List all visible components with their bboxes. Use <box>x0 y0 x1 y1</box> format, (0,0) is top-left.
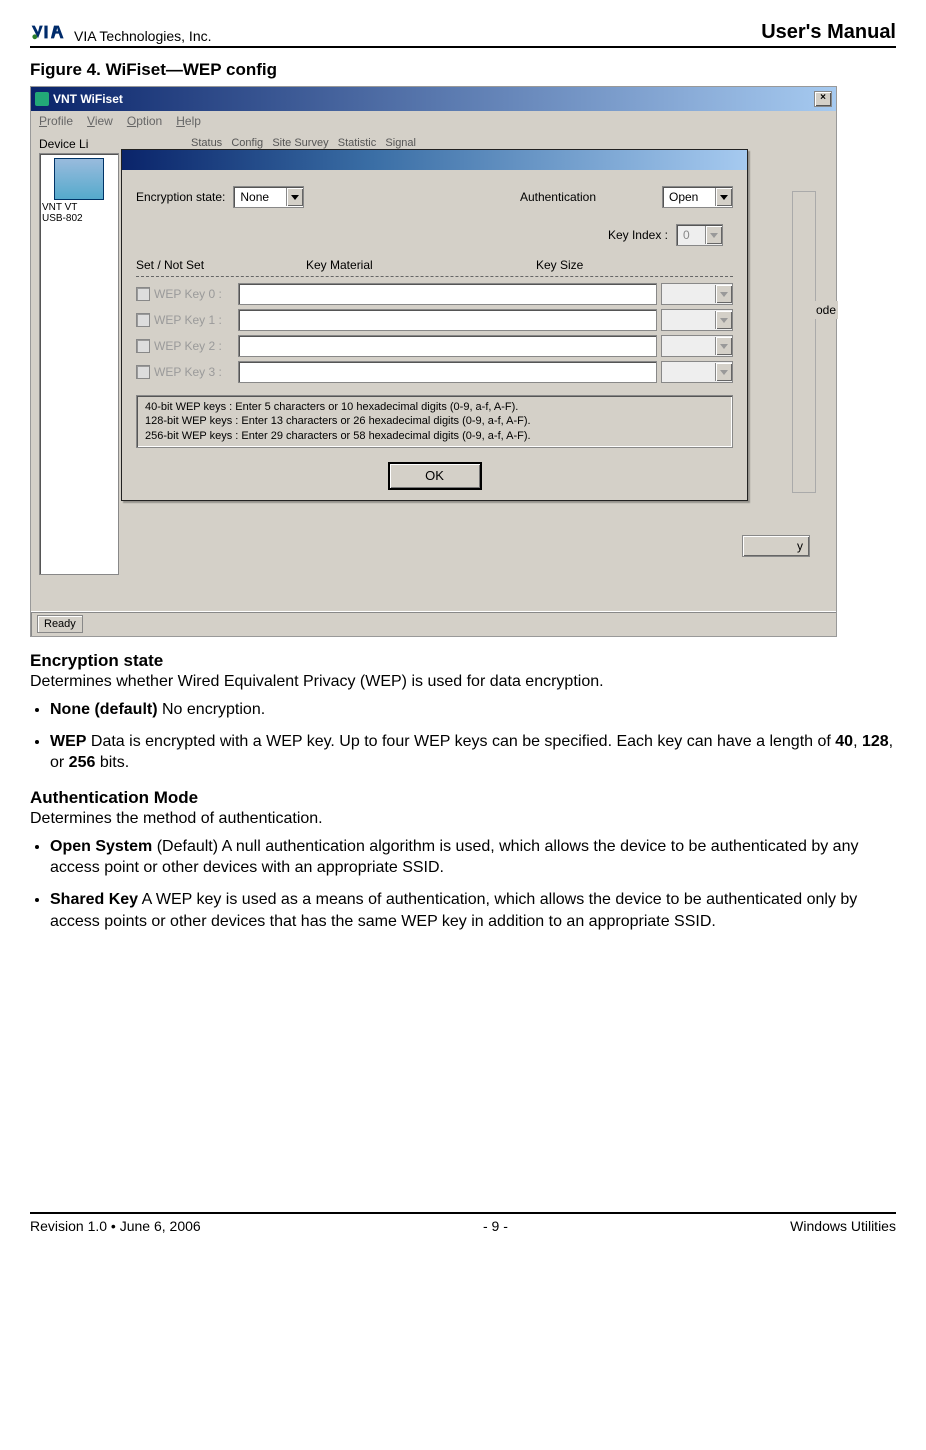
wep-key-2-size <box>661 335 733 357</box>
wep-key-3-checkbox <box>136 365 150 379</box>
close-icon[interactable]: × <box>814 91 832 107</box>
device-icon <box>54 158 104 200</box>
wep-key-3-label: WEP Key 3 : <box>154 365 234 379</box>
footer-right: Windows Utilities <box>790 1218 896 1234</box>
wep-key-row-1: WEP Key 1 : <box>136 309 733 331</box>
authentication-combo[interactable]: Open <box>662 186 733 208</box>
bullet-shared: Shared Key A WEP key is used as a means … <box>50 889 896 932</box>
chevron-down-icon <box>715 311 732 329</box>
key-index-value: 0 <box>677 228 705 242</box>
encryption-state-desc: Determines whether Wired Equivalent Priv… <box>30 673 896 691</box>
bullet-wep: WEP Data is encrypted with a WEP key. Up… <box>50 731 896 774</box>
authentication-value: Open <box>663 190 715 204</box>
hint-line-3: 256-bit WEP keys : Enter 29 characters o… <box>145 429 724 443</box>
wep-key-1-label: WEP Key 1 : <box>154 313 234 327</box>
encryption-state-combo[interactable]: None <box>233 186 304 208</box>
menu-view[interactable]: View <box>87 114 113 128</box>
device-list[interactable]: VNT VT USB-802 <box>39 153 119 575</box>
ok-button[interactable]: OK <box>388 462 482 490</box>
key-index-combo: 0 <box>676 224 723 246</box>
main-client-area: Device Li Status Config Site Survey Stat… <box>31 131 836 611</box>
device-line1: VNT VT <box>40 202 118 213</box>
chevron-down-icon <box>715 337 732 355</box>
status-text: Ready <box>37 615 83 633</box>
menu-profile[interactable]: PProfilerofile <box>39 114 73 128</box>
footer-center: - 9 - <box>483 1218 508 1234</box>
page-footer: Revision 1.0 • June 6, 2006 - 9 - Window… <box>30 1212 896 1234</box>
page-header: VIA Technologies, Inc. User's Manual <box>30 20 896 48</box>
hint-line-2: 128-bit WEP keys : Enter 13 characters o… <box>145 414 724 428</box>
encryption-bullets: None (default) No encryption. WEP Data i… <box>50 699 896 774</box>
figure-title: Figure 4. WiFiset—WEP config <box>30 60 896 80</box>
wep-key-1-size <box>661 309 733 331</box>
header-set: Set / Not Set <box>136 258 306 272</box>
via-logo-icon <box>30 20 70 44</box>
encryption-state-label: Encryption state: <box>136 190 225 204</box>
header-left: VIA Technologies, Inc. <box>30 20 212 44</box>
partial-button-y[interactable]: y <box>742 535 810 557</box>
menu-option[interactable]: Option <box>127 114 162 128</box>
wep-key-row-0: WEP Key 0 : <box>136 283 733 305</box>
wep-key-2-label: WEP Key 2 : <box>154 339 234 353</box>
wep-config-dialog: Encryption state: None Authentication Op… <box>121 149 748 501</box>
hint-line-1: 40-bit WEP keys : Enter 5 characters or … <box>145 400 724 414</box>
wep-key-3-input <box>238 361 657 383</box>
chevron-down-icon[interactable] <box>286 188 303 206</box>
encryption-state-heading: Encryption state <box>30 651 896 671</box>
company-name: VIA Technologies, Inc. <box>74 28 212 44</box>
header-size: Key Size <box>536 258 583 272</box>
partial-text-ode: ode <box>814 301 838 319</box>
authentication-mode-desc: Determines the method of authentication. <box>30 810 896 828</box>
wep-key-3-size <box>661 361 733 383</box>
encryption-state-value: None <box>234 190 286 204</box>
chevron-down-icon <box>705 226 722 244</box>
footer-left: Revision 1.0 • June 6, 2006 <box>30 1218 201 1234</box>
wep-key-2-checkbox <box>136 339 150 353</box>
device-list-label: Device Li <box>39 137 88 151</box>
header-material: Key Material <box>306 258 536 272</box>
wep-key-0-label: WEP Key 0 : <box>154 287 234 301</box>
menu-help[interactable]: Help <box>176 114 201 128</box>
wep-key-0-size <box>661 283 733 305</box>
app-icon <box>35 92 49 106</box>
hint-box: 40-bit WEP keys : Enter 5 characters or … <box>136 395 733 448</box>
bg-panel-edge <box>792 191 816 493</box>
statusbar: Ready <box>31 611 836 636</box>
manual-title: User's Manual <box>761 21 896 44</box>
device-line2: USB-802 <box>40 213 118 224</box>
chevron-down-icon <box>715 363 732 381</box>
authentication-label: Authentication <box>520 190 596 204</box>
auth-bullets: Open System (Default) A null authenticat… <box>50 836 896 932</box>
wep-key-0-input <box>238 283 657 305</box>
wep-key-row-3: WEP Key 3 : <box>136 361 733 383</box>
dashed-divider <box>136 276 733 277</box>
wep-key-0-checkbox <box>136 287 150 301</box>
bullet-none: None (default) No encryption. <box>50 699 896 721</box>
tabs-partial: Status Config Site Survey Statistic Sign… <box>191 137 416 149</box>
chevron-down-icon <box>715 285 732 303</box>
key-index-label: Key Index : <box>608 228 668 242</box>
menubar: PProfilerofile View Option Help <box>31 111 836 131</box>
wep-key-1-input <box>238 309 657 331</box>
bullet-open: Open System (Default) A null authenticat… <box>50 836 896 879</box>
wep-key-2-input <box>238 335 657 357</box>
window-titlebar: VNT WiFiset × <box>31 87 836 111</box>
wep-key-row-2: WEP Key 2 : <box>136 335 733 357</box>
authentication-mode-heading: Authentication Mode <box>30 788 896 808</box>
wep-key-1-checkbox <box>136 313 150 327</box>
window-title: VNT WiFiset <box>53 92 123 106</box>
screenshot-window: VNT WiFiset × PProfilerofile View Option… <box>30 86 837 637</box>
column-headers: Set / Not Set Key Material Key Size <box>136 258 733 272</box>
dialog-titlebar <box>122 150 747 170</box>
chevron-down-icon[interactable] <box>715 188 732 206</box>
